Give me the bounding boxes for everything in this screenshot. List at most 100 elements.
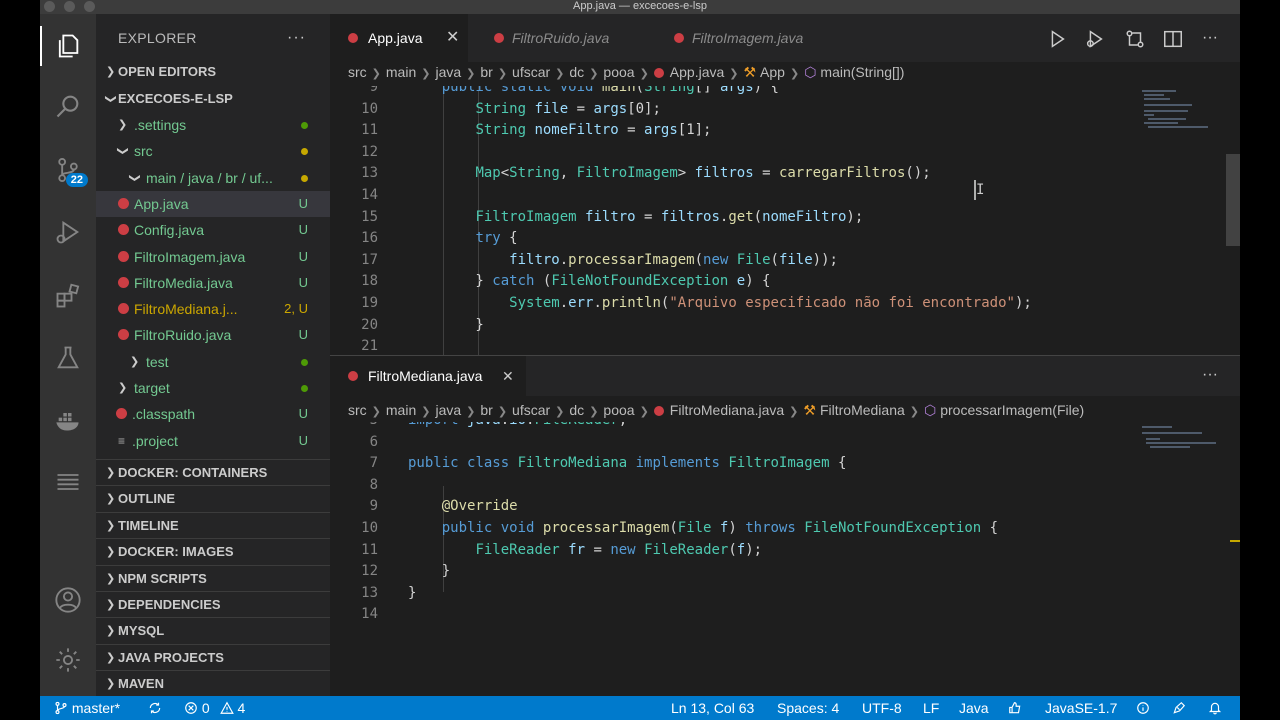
sidebar-section[interactable]: ❯ DOCKER: CONTAINERS (96, 459, 330, 485)
sidebar-section[interactable]: ❯ MYSQL (96, 617, 330, 643)
breadcrumb-item[interactable]: main (386, 60, 416, 84)
tree-item[interactable]: ❯ main / java / br / uf... (96, 165, 330, 191)
java-file-icon (653, 406, 664, 416)
settings-gear-icon[interactable] (48, 640, 88, 680)
notifications-bell-icon[interactable] (1208, 696, 1222, 720)
tree-item[interactable]: FiltroImagem.java U (96, 244, 330, 270)
java-file-icon (653, 68, 664, 78)
tree-item[interactable]: App.java U (96, 190, 330, 217)
more-actions-icon[interactable]: ··· (287, 14, 306, 62)
sidebar-section[interactable]: ❯ OUTLINE (96, 485, 330, 511)
tab-filtromediana-java[interactable]: FiltroMediana.java ✕ (330, 356, 526, 396)
breadcrumb-item[interactable]: ⚒ FiltroMediana (803, 398, 904, 422)
breadcrumb-item[interactable]: App.java (653, 60, 724, 84)
debug-run-icon[interactable] (1084, 28, 1106, 50)
i-beam-cursor-icon: I (976, 182, 985, 198)
tree-item[interactable]: ❯ target (96, 375, 330, 401)
java-version[interactable]: JavaSE-1.7 (1045, 696, 1117, 720)
line-ending[interactable]: LF (923, 696, 939, 720)
compare-changes-icon[interactable] (1124, 28, 1146, 50)
breadcrumb-item[interactable]: br (480, 398, 492, 422)
encoding[interactable]: UTF-8 (862, 696, 902, 720)
language-mode[interactable]: Java (959, 696, 989, 720)
breadcrumb-item[interactable]: pooa (603, 398, 634, 422)
sidebar-section[interactable]: ❯ TIMELINE (96, 511, 330, 538)
breadcrumb-label: pooa (603, 64, 635, 80)
docker-icon[interactable] (48, 400, 88, 440)
minimap[interactable] (1136, 422, 1226, 462)
extensions-icon[interactable] (48, 276, 88, 316)
breadcrumb-item[interactable]: FiltroMediana.java (653, 398, 784, 422)
search-icon[interactable] (48, 86, 88, 126)
tab-app-java[interactable]: App.java ✕ (330, 14, 468, 62)
thumbs-up-icon[interactable] (1008, 696, 1022, 720)
tree-item[interactable]: .classpath U (96, 401, 330, 427)
line-number: 11 (361, 541, 378, 558)
breadcrumb-item[interactable]: ⚒ App (743, 60, 784, 84)
breadcrumb-item[interactable]: main (386, 398, 416, 422)
source-control-icon[interactable]: 22 (48, 150, 88, 190)
sidebar-section[interactable]: ❯ MAVEN (96, 670, 330, 696)
run-icon[interactable] (1046, 28, 1068, 50)
tree-item[interactable]: Config.java U (96, 217, 330, 243)
scrollbar[interactable] (1226, 86, 1240, 356)
zoom-window-icon[interactable] (84, 1, 95, 12)
editor-more-icon[interactable]: ··· (1202, 28, 1224, 50)
tree-item[interactable]: ❯ test (96, 349, 330, 375)
sync-icon[interactable] (148, 696, 162, 720)
split-editor-icon[interactable] (1162, 28, 1184, 50)
code-text: String nomeFiltro = args[1]; (475, 122, 712, 139)
info-icon[interactable] (1136, 696, 1150, 720)
breadcrumb-item[interactable]: ⬡ processarImagem(File) (924, 398, 1084, 422)
cursor-position[interactable]: Ln 13, Col 63 (671, 696, 754, 720)
explorer-icon[interactable] (40, 26, 88, 66)
project-section[interactable]: ❯ EXCECOES-E-LSP (96, 86, 330, 112)
tab-filtroimagem-java[interactable]: FiltroImagem.java (648, 14, 838, 62)
close-tab-icon[interactable]: ✕ (446, 14, 459, 62)
breadcrumb-item[interactable]: java (435, 398, 461, 422)
tree-item[interactable]: ❯ .settings (96, 112, 330, 138)
code-editor-top[interactable]: 9 public static void main(String[] args)… (330, 86, 1240, 356)
tree-item[interactable]: FiltroMedia.java U (96, 270, 330, 296)
breadcrumb-item[interactable]: ⬡ main(String[]) (804, 60, 904, 84)
status-bar: master* 0 4 Ln 13, Col 63 Spaces: 4 UTF-… (40, 696, 1240, 720)
breadcrumb-item[interactable]: pooa (603, 60, 634, 84)
breadcrumb-item[interactable]: ufscar (512, 398, 550, 422)
sidebar-section[interactable]: ❯ JAVA PROJECTS (96, 643, 330, 670)
breadcrumb-item[interactable]: ufscar (512, 60, 550, 84)
editor-more-icon[interactable]: ··· (1202, 366, 1218, 384)
tree-item[interactable]: ❯ src (96, 138, 330, 164)
sidebar-section[interactable]: ❯ DEPENDENCIES (96, 591, 330, 617)
breadcrumb-item[interactable]: dc (569, 398, 584, 422)
breadcrumb-item[interactable]: dc (569, 60, 584, 84)
tree-item[interactable]: ≡ .project U (96, 428, 330, 454)
code-editor-bottom[interactable]: 5 import java.io.FileReader; 6 7 public clas… (330, 422, 1240, 696)
tree-item[interactable]: FiltroRuido.java U (96, 322, 330, 348)
minimize-window-icon[interactable] (64, 1, 75, 12)
testing-flask-icon[interactable] (48, 338, 88, 378)
close-tab-icon[interactable]: ✕ (502, 356, 514, 396)
breadcrumb-item[interactable]: java (435, 60, 461, 84)
close-window-icon[interactable] (44, 1, 55, 12)
breadcrumb-item[interactable]: src (348, 60, 367, 84)
scrollbar-thumb[interactable] (1226, 154, 1240, 246)
list-outline-icon[interactable] (48, 462, 88, 502)
sidebar-section[interactable]: ❯ NPM SCRIPTS (96, 564, 330, 591)
problems-status[interactable]: 0 4 (184, 696, 245, 720)
tab-filtroruido-java[interactable]: FiltroRuido.java (468, 14, 648, 62)
line-number: 10 (361, 100, 378, 117)
breadcrumb-item[interactable]: src (348, 398, 367, 422)
minimap[interactable] (1136, 86, 1226, 166)
account-icon[interactable] (48, 580, 88, 620)
sidebar-section[interactable]: ❯ DOCKER: IMAGES (96, 538, 330, 564)
indentation[interactable]: Spaces: 4 (777, 696, 839, 720)
run-debug-icon[interactable] (48, 212, 88, 252)
branch-status[interactable]: master* (54, 696, 120, 720)
chevron-right-icon: ❯ (497, 406, 508, 418)
feedback-icon[interactable] (1172, 696, 1186, 720)
breadcrumb-item[interactable]: br (480, 60, 492, 84)
tree-item[interactable]: FiltroMediana.j... 2, U (96, 296, 330, 322)
tree-item-label: .classpath (132, 406, 196, 423)
sidebar-section-label: OUTLINE (118, 491, 176, 507)
open-editors-section[interactable]: ❯ OPEN EDITORS (96, 59, 330, 85)
